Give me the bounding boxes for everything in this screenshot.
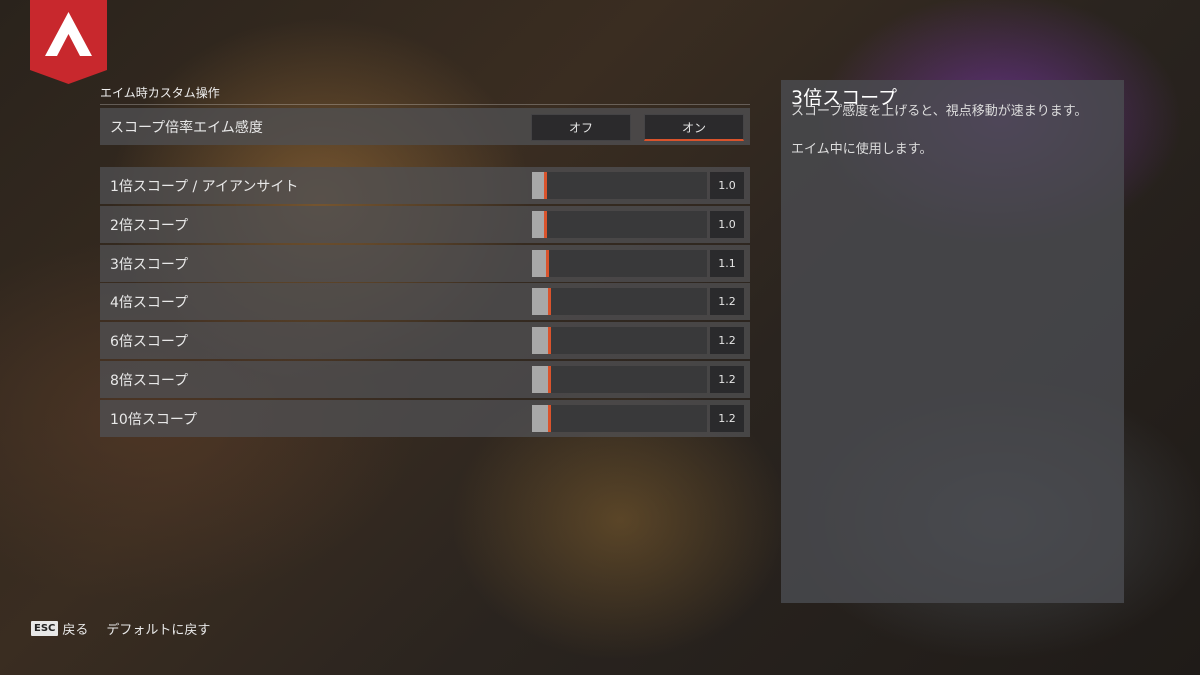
sensitivity-slider[interactable] [532, 327, 707, 354]
slider-fill [532, 327, 548, 354]
section-divider [100, 104, 750, 105]
slider-fill [532, 366, 548, 393]
slider-handle[interactable] [548, 366, 551, 393]
slider-handle[interactable] [544, 172, 547, 199]
slider-row: 10倍スコープ 1.2 [100, 400, 750, 437]
slider-row: 1倍スコープ / アイアンサイト 1.0 [100, 167, 750, 204]
back-button[interactable]: 戻る [62, 619, 88, 638]
slider-fill [532, 405, 548, 432]
slider-value[interactable]: 1.2 [710, 288, 744, 315]
slider-value[interactable]: 1.0 [710, 172, 744, 199]
slider-label: 3倍スコープ [110, 256, 189, 273]
sensitivity-slider[interactable] [532, 250, 707, 277]
slider-row: 3倍スコープ 1.1 [100, 245, 750, 282]
esc-key-icon[interactable]: ESC [31, 621, 59, 636]
slider-value[interactable]: 1.1 [710, 250, 744, 277]
slider-value[interactable]: 1.2 [710, 405, 744, 432]
slider-label: 10倍スコープ [110, 411, 197, 428]
footer-bar: ESC 戻る デフォルトに戻す [31, 619, 210, 638]
info-description: スコープ感度を上げると、視点移動が速まります。 [791, 104, 1088, 119]
slider-row: 2倍スコープ 1.0 [100, 206, 750, 243]
reset-defaults-button[interactable]: デフォルトに戻す [106, 619, 210, 638]
toggle-off-button[interactable]: オフ [531, 114, 631, 141]
slider-label: 4倍スコープ [110, 294, 189, 311]
slider-fill [532, 250, 546, 277]
slider-fill [532, 172, 544, 199]
sensitivity-slider[interactable] [532, 288, 707, 315]
slider-handle[interactable] [544, 211, 547, 238]
slider-handle[interactable] [548, 405, 551, 432]
slider-label: 2倍スコープ [110, 217, 189, 234]
sensitivity-slider[interactable] [532, 405, 707, 432]
scope-sensitivity-toggle-row: スコープ倍率エイム感度 オフ オン [100, 108, 750, 145]
slider-fill [532, 288, 548, 315]
slider-value[interactable]: 1.2 [710, 366, 744, 393]
slider-handle[interactable] [548, 327, 551, 354]
slider-label: 6倍スコープ [110, 333, 189, 350]
sensitivity-slider[interactable] [532, 366, 707, 393]
info-panel: 3倍スコープ スコープ感度を上げると、視点移動が速まります。 エイム中に使用しま… [781, 80, 1124, 603]
slider-value[interactable]: 1.2 [710, 327, 744, 354]
slider-row: 8倍スコープ 1.2 [100, 361, 750, 398]
sensitivity-slider[interactable] [532, 211, 707, 238]
slider-label: 1倍スコープ / アイアンサイト [110, 178, 299, 195]
sensitivity-slider[interactable] [532, 172, 707, 199]
info-usage-note: エイム中に使用します。 [791, 142, 933, 157]
slider-row: 6倍スコープ 1.2 [100, 322, 750, 359]
apex-logo-icon [30, 0, 107, 84]
slider-value[interactable]: 1.0 [710, 211, 744, 238]
info-body: スコープ感度を上げると、視点移動が速まります。 エイム中に使用します。 [791, 102, 1116, 159]
slider-handle[interactable] [548, 288, 551, 315]
slider-row: 4倍スコープ 1.2 [100, 283, 750, 320]
slider-label: 8倍スコープ [110, 372, 189, 389]
toggle-on-button[interactable]: オン [644, 114, 744, 141]
slider-fill [532, 211, 544, 238]
slider-handle[interactable] [546, 250, 549, 277]
toggle-row-label: スコープ倍率エイム感度 [110, 119, 263, 136]
section-title: エイム時カスタム操作 [100, 86, 220, 100]
